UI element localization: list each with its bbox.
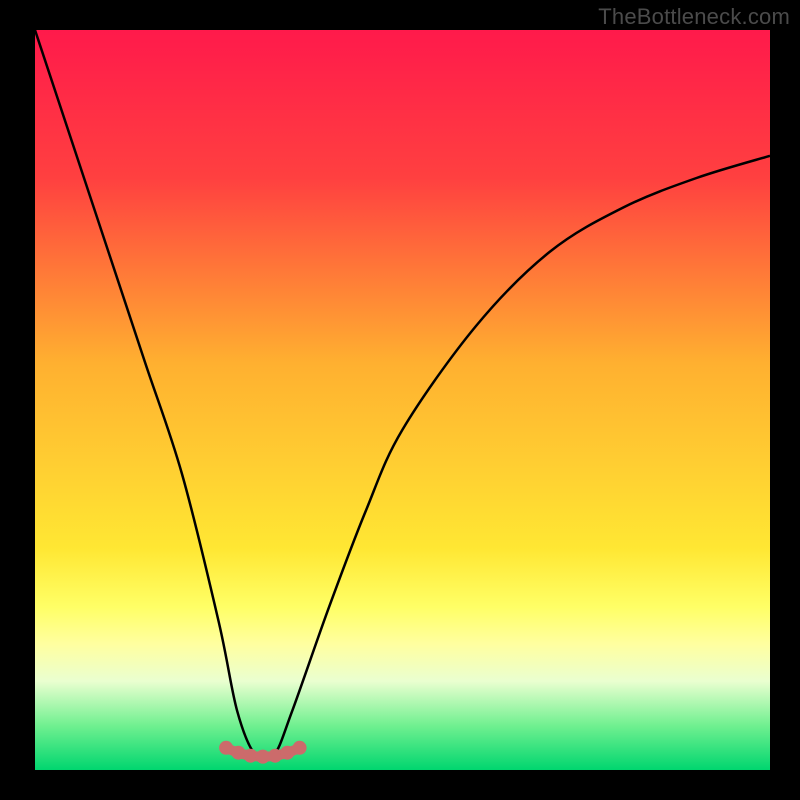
marker-dot [231,746,245,760]
marker-dot [293,741,307,755]
marker-dot [268,749,282,763]
marker-dot [256,750,270,764]
marker-dot [219,741,233,755]
chart-frame: TheBottleneck.com [0,0,800,800]
gradient-background [35,30,770,770]
marker-dot [280,746,294,760]
chart-canvas [0,0,800,800]
marker-dot [244,749,258,763]
